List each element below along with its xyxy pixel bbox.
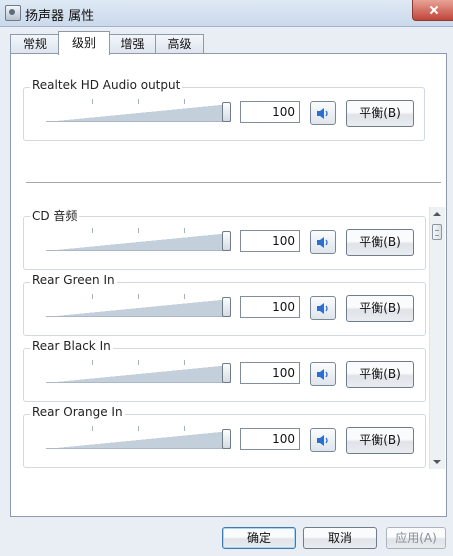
tab-general[interactable]: 常规 [10,34,60,54]
channel-label: Rear Black In [30,339,113,353]
channel-volume-value[interactable]: 100 [240,362,300,384]
slider-baseline [46,121,231,122]
tab-advanced[interactable]: 高级 [155,34,204,54]
ok-button[interactable]: 确定 [222,527,296,549]
channel-volume-slider[interactable] [46,228,231,251]
channel-label: CD 音频 [30,207,80,224]
cancel-button[interactable]: 取消 [303,527,377,549]
slider-tick [138,426,139,431]
channel-mute-button[interactable] [310,230,336,254]
channel-volume-value[interactable]: 100 [240,428,300,450]
tab-levels[interactable]: 级别 [58,31,110,55]
slider-thumb[interactable] [222,297,231,317]
close-button[interactable] [412,0,453,21]
master-mute-button[interactable] [310,101,336,125]
slider-thumb[interactable] [222,363,231,383]
speaker-icon [317,369,328,380]
slider-track [46,431,231,449]
slider-thumb[interactable] [222,429,231,449]
speaker-icon [317,303,328,314]
scroll-up-icon[interactable] [433,212,441,216]
channel-volume-slider[interactable] [46,294,231,317]
channel-balance-button[interactable]: 平衡(B) [346,427,414,454]
slider-baseline [46,382,231,383]
slider-thumb[interactable] [222,102,231,122]
channel-volume-slider[interactable] [46,426,231,449]
master-device-label: Realtek HD Audio output [30,78,183,92]
slider-track [46,104,231,122]
scroll-thumb[interactable] [432,224,442,240]
scroll-down-icon[interactable] [433,460,441,464]
slider-tick [138,228,139,233]
master-volume-value[interactable]: 100 [240,101,300,123]
slider-thumb[interactable] [222,231,231,251]
slider-baseline [46,316,231,317]
slider-track [46,299,231,317]
channel-volume-value[interactable]: 100 [240,296,300,318]
channel-group-rear-green: Rear Green In 100 平衡(B) [23,273,426,336]
slider-track [46,233,231,251]
slider-tick [184,294,185,299]
channel-mute-button[interactable] [310,428,336,452]
slider-tick [138,99,139,104]
slider-baseline [46,250,231,251]
channel-balance-button[interactable]: 平衡(B) [346,361,414,388]
title-bar[interactable]: 扬声器 属性 [0,0,453,27]
channel-group-rear-black: Rear Black In 100 平衡(B) [23,339,426,402]
slider-tick [138,360,139,365]
channel-group-cd: CD 音频 100 平衡(B) [23,207,426,270]
channel-mute-button[interactable] [310,296,336,320]
tab-enhancements[interactable]: 增强 [108,34,157,54]
levels-panel: Realtek HD Audio output 100 平衡(B) CD 音频 [10,53,447,517]
channels-scrollbar[interactable] [429,207,445,469]
channel-label: Rear Orange In [30,405,125,419]
speaker-icon [317,237,328,248]
separator [26,182,441,183]
slider-tick [184,426,185,431]
master-balance-button[interactable]: 平衡(B) [346,100,414,127]
slider-tick [92,99,93,104]
speaker-icon [317,108,328,119]
slider-tick [184,228,185,233]
apply-button[interactable]: 应用(A) [386,527,446,549]
slider-tick [184,99,185,104]
channel-mute-button[interactable] [310,362,336,386]
master-volume-slider[interactable] [46,99,231,122]
slider-tick [138,294,139,299]
slider-baseline [46,448,231,449]
channel-balance-button[interactable]: 平衡(B) [346,229,414,256]
slider-tick [92,360,93,365]
channel-label: Rear Green In [30,273,117,287]
channel-volume-slider[interactable] [46,360,231,383]
master-group: Realtek HD Audio output 100 平衡(B) [23,78,425,141]
window-title: 扬声器 属性 [25,9,95,24]
slider-tick [184,360,185,365]
speaker-properties-icon [5,5,21,21]
slider-tick [92,426,93,431]
channel-group-rear-orange: Rear Orange In 100 平衡(B) [23,405,426,468]
slider-track [46,365,231,383]
channel-balance-button[interactable]: 平衡(B) [346,295,414,322]
slider-tick [92,228,93,233]
speaker-icon [317,435,328,446]
channel-volume-value[interactable]: 100 [240,230,300,252]
slider-tick [92,294,93,299]
